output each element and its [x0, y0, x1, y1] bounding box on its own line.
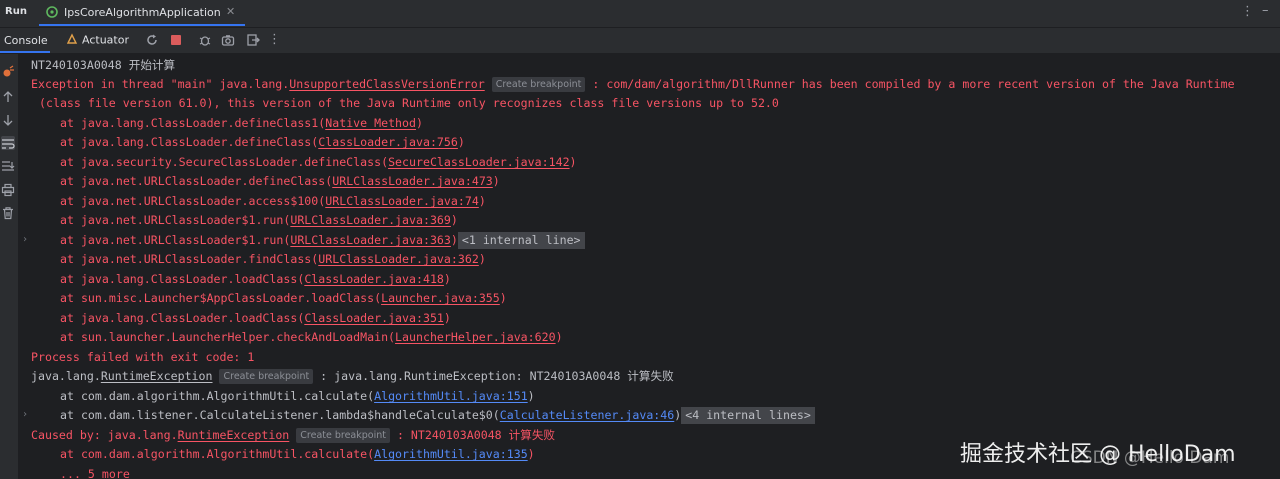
stack-frame-link[interactable]: AlgorithmUtil.java:135 — [374, 447, 528, 461]
scroll-down-icon[interactable] — [1, 112, 15, 126]
camera-icon[interactable] — [221, 33, 235, 47]
stack-frame-link[interactable]: URLClassLoader.java:369 — [290, 213, 451, 227]
debug-icon[interactable] — [198, 33, 212, 47]
stack-frame: at java.net.URLClassLoader$1.run(URLClas… — [60, 213, 458, 227]
exception-message-continued: (class file version 61.0), this version … — [39, 96, 779, 110]
stack-frame: at com.dam.algorithm.AlgorithmUtil.calcu… — [60, 447, 535, 461]
rerun-icon[interactable] — [145, 33, 159, 47]
stack-frame: at java.net.URLClassLoader.access$100(UR… — [60, 194, 486, 208]
stack-frame: at com.dam.listener.CalculateListener.la… — [31, 406, 815, 425]
expand-folded-frames-icon[interactable]: › — [22, 409, 28, 420]
runtime-exception-header: java.lang.RuntimeException Create breakp… — [31, 369, 674, 384]
stack-frame-link[interactable]: SecureClassLoader.java:142 — [388, 155, 569, 169]
actuator-icon — [66, 33, 78, 48]
stack-frame: at sun.launcher.LauncherHelper.checkAndL… — [60, 330, 563, 344]
stack-frame: at sun.misc.Launcher$AppClassLoader.load… — [60, 291, 507, 305]
more-frames-line: ... 5 more — [60, 467, 130, 479]
stack-frame: at java.net.URLClassLoader.findClass(URL… — [60, 252, 486, 266]
clear-all-trash-icon[interactable] — [1, 205, 15, 220]
run-tool-window-header: Run IpsCoreAlgorithmApplication ✕ ⋮ – — [0, 0, 1280, 28]
close-tab-icon[interactable]: ✕ — [226, 5, 235, 18]
exception-class-link[interactable]: UnsupportedClassVersionError — [289, 77, 484, 91]
exit-icon[interactable] — [246, 33, 260, 47]
stack-frame: at com.dam.algorithm.AlgorithmUtil.calcu… — [60, 389, 535, 403]
console-side-toolbar — [0, 54, 18, 479]
stack-frame-link[interactable]: ClassLoader.java:351 — [304, 311, 444, 325]
stack-frame: at java.lang.ClassLoader.defineClass1(Na… — [60, 116, 423, 130]
stack-frame: at java.net.URLClassLoader.defineClass(U… — [60, 174, 500, 188]
stack-frame-link[interactable]: URLClassLoader.java:363 — [290, 233, 451, 247]
more-options-icon[interactable]: ⋮ — [1241, 4, 1254, 19]
tab-console[interactable]: Console — [4, 34, 48, 47]
exception-message: : com/dam/algorithm/DllRunner has been c… — [585, 77, 1235, 91]
stack-frame-link[interactable]: ClassLoader.java:418 — [304, 272, 444, 286]
stack-frame: at java.lang.ClassLoader.loadClass(Class… — [60, 272, 451, 286]
caused-by-line: Caused by: java.lang.RuntimeException Cr… — [31, 428, 556, 443]
stack-frame-link[interactable]: Launcher.java:355 — [381, 291, 500, 305]
stack-frame-link[interactable]: URLClassLoader.java:74 — [325, 194, 479, 208]
stack-frame: at java.net.URLClassLoader$1.run(URLClas… — [31, 231, 585, 250]
more-actions-icon[interactable]: ⋮ — [268, 32, 282, 47]
tab-actuator-label: Actuator — [82, 33, 129, 47]
stack-frame-link[interactable]: URLClassLoader.java:362 — [318, 252, 479, 266]
juejin-watermark: 掘金技术社区 @ HelloDam — [960, 442, 1236, 467]
active-tab-indicator — [0, 51, 50, 53]
exception-prefix: Exception in thread "main" java.lang. — [31, 77, 290, 91]
folded-internal-lines[interactable]: <4 internal lines> — [681, 407, 815, 424]
soft-wrap-icon[interactable] — [1, 136, 15, 150]
run-toolbar: Console Actuator ⋮ — [0, 28, 1280, 54]
stack-frame-link[interactable]: CalculateListener.java:46 — [500, 408, 675, 422]
spring-actuator-icon[interactable] — [1, 64, 15, 78]
stack-frame-link[interactable]: URLClassLoader.java:473 — [332, 174, 493, 188]
runtime-exception-link[interactable]: RuntimeException — [101, 369, 213, 383]
create-breakpoint-chip[interactable]: Create breakpoint — [219, 369, 314, 384]
create-breakpoint-chip[interactable]: Create breakpoint — [296, 428, 390, 443]
run-configuration-tab[interactable]: IpsCoreAlgorithmApplication ✕ — [39, 0, 245, 26]
caused-by-exception-link[interactable]: RuntimeException — [178, 428, 290, 442]
print-icon[interactable] — [1, 182, 15, 197]
spring-boot-run-icon — [45, 5, 59, 22]
run-tool-window-title: Run — [5, 6, 27, 17]
exception-header-line: Exception in thread "main" java.lang.Uns… — [31, 75, 1235, 94]
create-breakpoint-chip[interactable]: Create breakpoint — [491, 77, 586, 92]
scroll-up-icon[interactable] — [1, 89, 15, 103]
minimize-icon[interactable]: – — [1262, 3, 1269, 18]
tab-actuator[interactable]: Actuator — [66, 33, 129, 48]
stack-frame-link[interactable]: AlgorithmUtil.java:151 — [374, 389, 528, 403]
scroll-to-end-icon[interactable] — [1, 158, 15, 172]
log-line-start: NT240103A0048 开始计算 — [31, 58, 176, 72]
stack-frame: at java.lang.ClassLoader.defineClass(Cla… — [60, 135, 465, 149]
stack-frame: at java.security.SecureClassLoader.defin… — [60, 155, 577, 169]
expand-folded-frames-icon[interactable]: › — [22, 234, 28, 245]
stack-frame-link[interactable]: Native Method — [325, 116, 416, 130]
folded-internal-lines[interactable]: <1 internal line> — [457, 232, 585, 249]
stack-frame-link[interactable]: LauncherHelper.java:620 — [395, 330, 556, 344]
console-output[interactable]: NT240103A0048 开始计算 Exception in thread "… — [18, 54, 1280, 479]
stack-frame-link[interactable]: ClassLoader.java:756 — [318, 135, 458, 149]
stack-frame: at java.lang.ClassLoader.loadClass(Class… — [60, 311, 451, 325]
process-exit-line: Process failed with exit code: 1 — [31, 350, 255, 364]
stop-icon[interactable] — [169, 33, 183, 47]
tab-title: IpsCoreAlgorithmApplication — [64, 6, 221, 19]
